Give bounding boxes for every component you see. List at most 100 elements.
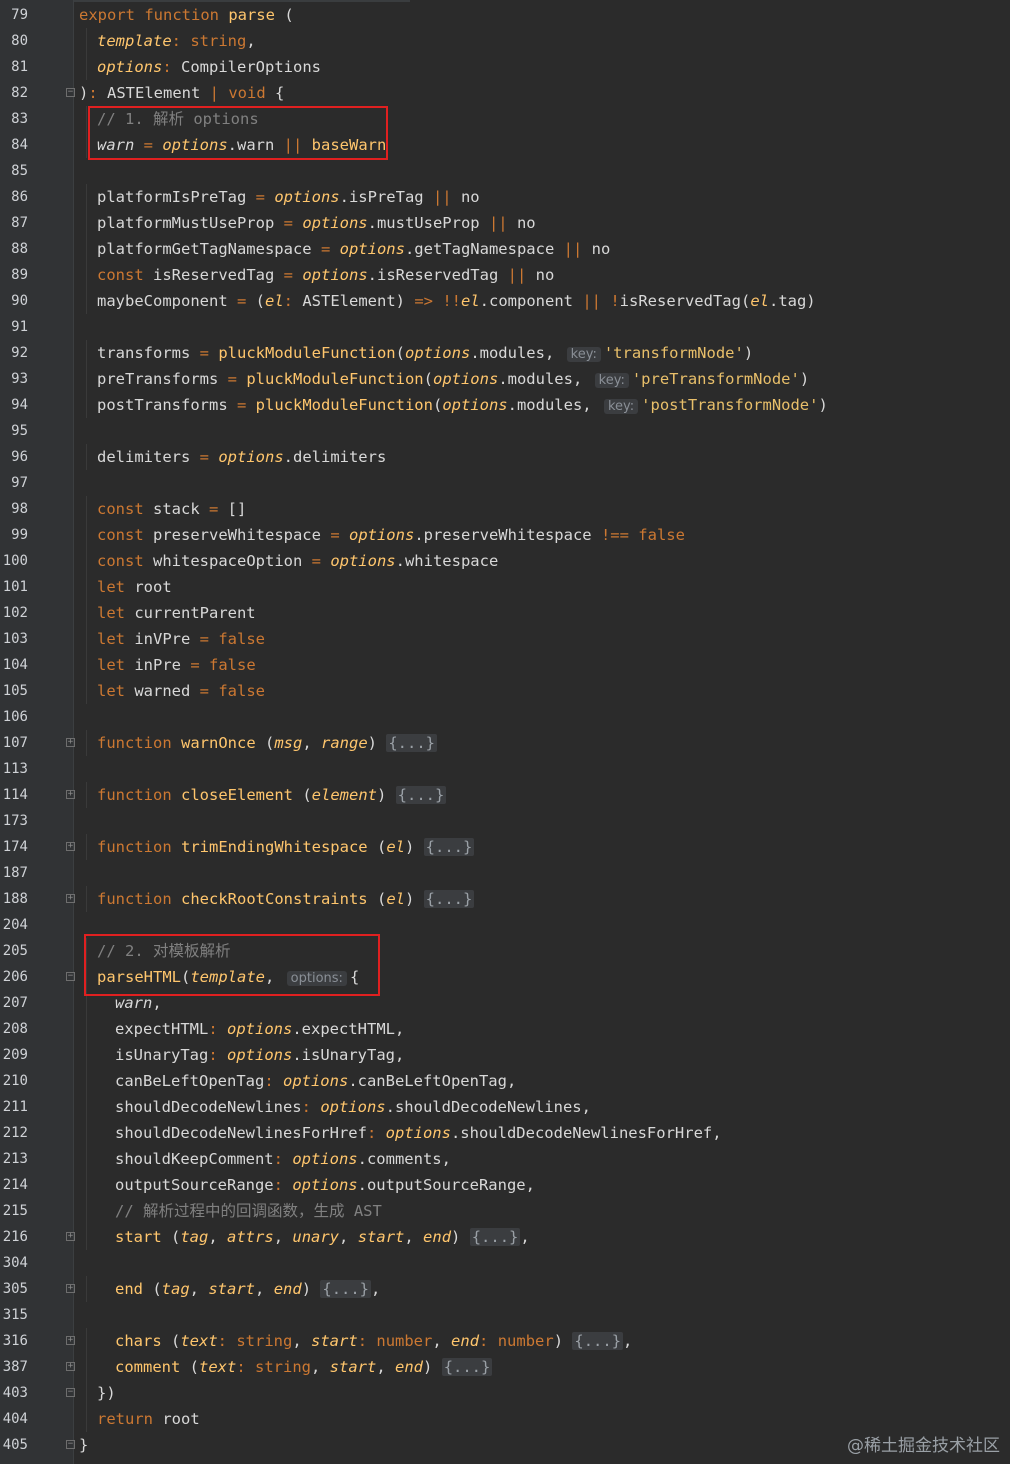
code-line[interactable]: 96 delimiters = options.delimiters	[0, 444, 1010, 470]
collapsed-block[interactable]: {...}	[386, 734, 438, 752]
code-token: delimiters	[97, 448, 200, 466]
code-line[interactable]: 80 template: string,	[0, 28, 1010, 54]
collapsed-block[interactable]: {...}	[423, 890, 475, 908]
code-line[interactable]: 113	[0, 756, 1010, 782]
code-line[interactable]: 83 // 1. 解析 options	[0, 106, 1010, 132]
fold-expand-icon[interactable]: +	[66, 1362, 75, 1371]
collapsed-block[interactable]: {...}	[469, 1228, 521, 1246]
code-text: export function parse (	[79, 2, 294, 28]
code-line[interactable]: 305 + end (tag, start, end) {...},	[0, 1276, 1010, 1302]
indent-guide	[86, 1224, 87, 1250]
code-line[interactable]: 98 const stack = []	[0, 496, 1010, 522]
collapsed-block[interactable]: {...}	[423, 838, 475, 856]
code-token: .shouldDecodeNewlinesForHref,	[450, 1124, 722, 1142]
code-line[interactable]: 206 − parseHTML(template, options:{	[0, 964, 1010, 990]
code-line[interactable]: 205 // 2. 对模板解析	[0, 938, 1010, 964]
line-number: 99	[11, 527, 28, 543]
collapsed-block[interactable]: {...}	[572, 1332, 624, 1350]
code-line[interactable]: 304	[0, 1250, 1010, 1276]
code-line[interactable]: 106	[0, 704, 1010, 730]
code-token: text	[180, 1332, 218, 1350]
code-editor[interactable]: 79 export function parse (80 template: str…	[0, 0, 1010, 1464]
code-line[interactable]: 88 platformGetTagNamespace = options.getT…	[0, 236, 1010, 262]
code-line[interactable]: 92 transforms = pluckModuleFunction(optio…	[0, 340, 1010, 366]
code-line[interactable]: 208 expectHTML: options.expectHTML,	[0, 1016, 1010, 1042]
code-line[interactable]: 101 let root	[0, 574, 1010, 600]
code-line[interactable]: 174 + function trimEndingWhitespace (el) {…	[0, 834, 1010, 860]
code-line[interactable]: 91	[0, 314, 1010, 340]
code-line[interactable]: 99 const preserveWhitespace = options.pre…	[0, 522, 1010, 548]
code-line[interactable]: 211 shouldDecodeNewlines: options.shouldD…	[0, 1094, 1010, 1120]
code-line[interactable]: 214 outputSourceRange: options.outputSour…	[0, 1172, 1010, 1198]
code-line[interactable]: 387 + comment (text: string, start, end) {…	[0, 1354, 1010, 1380]
code-line[interactable]: 94 postTransforms = pluckModuleFunction(o…	[0, 392, 1010, 418]
code-text: end (tag, start, end) {...},	[115, 1276, 380, 1302]
code-line[interactable]: 404 return root	[0, 1406, 1010, 1432]
code-token: export function	[79, 6, 229, 24]
code-line[interactable]: 403 −})	[0, 1380, 1010, 1406]
code-token: .tag)	[768, 292, 816, 310]
code-line[interactable]: 103 let inVPre = false	[0, 626, 1010, 652]
fold-expand-icon[interactable]: +	[66, 790, 75, 799]
code-token: let	[97, 578, 135, 596]
indent-guide	[86, 574, 87, 600]
code-line[interactable]: 215 // 解析过程中的回调函数，生成 AST	[0, 1198, 1010, 1224]
code-token: )	[799, 370, 810, 388]
code-token: pluckModuleFunction	[218, 344, 396, 362]
code-line[interactable]: 213 shouldKeepComment: options.comments,	[0, 1146, 1010, 1172]
code-line[interactable]: 173	[0, 808, 1010, 834]
indent-guide	[86, 1406, 87, 1432]
code-token: (	[423, 370, 433, 388]
code-line[interactable]: 315	[0, 1302, 1010, 1328]
code-line[interactable]: 187	[0, 860, 1010, 886]
code-line[interactable]: 87 platformMustUseProp = options.mustUseP…	[0, 210, 1010, 236]
fold-expand-icon[interactable]: +	[66, 1284, 75, 1293]
code-line[interactable]: 207 warn,	[0, 990, 1010, 1016]
code-token: :	[162, 58, 181, 76]
fold-collapse-icon[interactable]: −	[66, 88, 75, 97]
line-number: 204	[2, 917, 28, 933]
code-line[interactable]: 97	[0, 470, 1010, 496]
collapsed-block[interactable]: {...}	[395, 786, 447, 804]
code-line[interactable]: 204	[0, 912, 1010, 938]
collapsed-block[interactable]: {...}	[320, 1280, 372, 1298]
code-line[interactable]: 85	[0, 158, 1010, 184]
code-line[interactable]: 93 preTransforms = pluckModuleFunction(op…	[0, 366, 1010, 392]
fold-collapse-icon[interactable]: −	[66, 1440, 75, 1449]
fold-expand-icon[interactable]: +	[66, 1336, 75, 1345]
code-line[interactable]: 84 warn = options.warn || baseWarn	[0, 132, 1010, 158]
code-text: template: string,	[97, 28, 256, 54]
code-line[interactable]: 216 + start (tag, attrs, unary, start, end…	[0, 1224, 1010, 1250]
code-token: !==	[600, 526, 639, 544]
collapsed-block[interactable]: {...}	[441, 1358, 493, 1376]
code-line[interactable]: 90 maybeComponent = (el: ASTElement) => !…	[0, 288, 1010, 314]
fold-expand-icon[interactable]: +	[66, 1232, 75, 1241]
code-line[interactable]: 209 isUnaryTag: options.isUnaryTag,	[0, 1042, 1010, 1068]
code-token: expectHTML	[115, 1020, 209, 1038]
code-line[interactable]: 86 platformIsPreTag = options.isPreTag ||…	[0, 184, 1010, 210]
code-line[interactable]: 107 + function warnOnce (msg, range) {...}	[0, 730, 1010, 756]
code-line[interactable]: 95	[0, 418, 1010, 444]
code-line[interactable]: 104 let inPre = false	[0, 652, 1010, 678]
fold-collapse-icon[interactable]: −	[66, 972, 75, 981]
fold-expand-icon[interactable]: +	[66, 842, 75, 851]
code-line[interactable]: 114 + function closeElement (element) {...…	[0, 782, 1010, 808]
fold-expand-icon[interactable]: +	[66, 738, 75, 747]
code-token: options	[292, 1150, 358, 1168]
code-line[interactable]: 81 options: CompilerOptions	[0, 54, 1010, 80]
code-line[interactable]: 188 + function checkRootConstraints (el) {…	[0, 886, 1010, 912]
code-line[interactable]: 82 −): ASTElement | void {	[0, 80, 1010, 106]
code-line[interactable]: 212 shouldDecodeNewlinesForHref: options.…	[0, 1120, 1010, 1146]
code-token: :	[208, 1020, 227, 1038]
code-line[interactable]: 210 canBeLeftOpenTag: options.canBeLeftOp…	[0, 1068, 1010, 1094]
code-line[interactable]: 102 let currentParent	[0, 600, 1010, 626]
code-token: .delimiters	[283, 448, 387, 466]
fold-expand-icon[interactable]: +	[66, 894, 75, 903]
code-line[interactable]: 89 const isReservedTag = options.isReserv…	[0, 262, 1010, 288]
code-line[interactable]: 100 const whitespaceOption = options.whit…	[0, 548, 1010, 574]
code-token: (	[255, 292, 265, 310]
code-line[interactable]: 316 + chars (text: string, start: number, …	[0, 1328, 1010, 1354]
fold-collapse-icon[interactable]: −	[66, 1388, 75, 1397]
code-line[interactable]: 105 let warned = false	[0, 678, 1010, 704]
code-line[interactable]: 79 export function parse (	[0, 2, 1010, 28]
